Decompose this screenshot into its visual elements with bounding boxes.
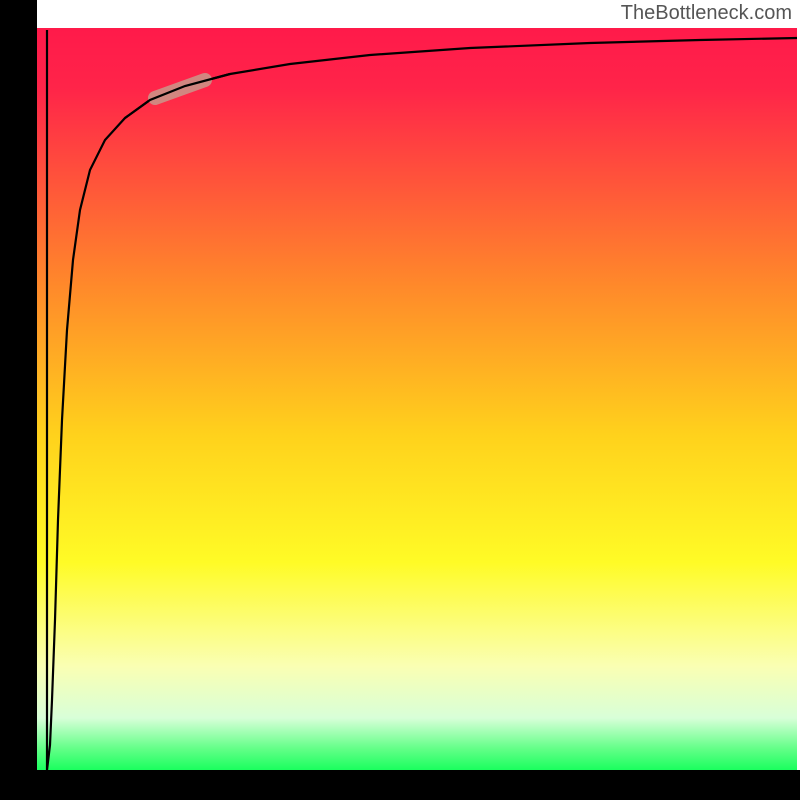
bottleneck-chart <box>0 0 800 800</box>
watermark-text: TheBottleneck.com <box>621 2 792 25</box>
plot-gradient-bg <box>37 28 797 770</box>
axis-left-block <box>0 0 37 800</box>
axis-bottom-block <box>0 770 800 800</box>
chart-container: TheBottleneck.com <box>0 0 800 800</box>
